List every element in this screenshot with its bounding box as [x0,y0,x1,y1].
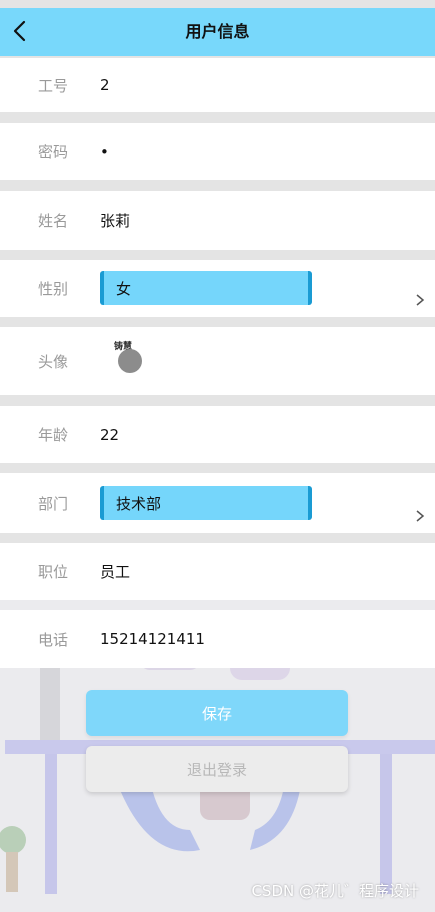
row-gender[interactable]: 性别 女 [0,260,435,317]
password-label: 密码 [38,143,69,161]
phone-field[interactable]: 15214121411 [100,610,205,668]
chevron-right-icon [416,294,425,306]
row-name: 姓名 张莉 [0,191,435,250]
row-age: 年龄 22 [0,406,435,463]
department-picker[interactable]: 技术部 [100,486,312,520]
logout-button[interactable]: 退出登录 [86,746,348,792]
avatar[interactable]: 铸慧 [112,339,152,379]
name-field[interactable]: 张莉 [100,191,130,250]
gender-label: 性别 [38,280,69,298]
password-field[interactable]: • [100,123,109,180]
row-password: 密码 • [0,123,435,180]
employee-id-label: 工号 [38,76,69,95]
age-field[interactable]: 22 [100,406,119,463]
page-title: 用户信息 [185,22,250,41]
row-position: 职位 员工 [0,543,435,600]
avatar-label: 头像 [38,352,69,371]
row-employee-id: 工号 2 [0,58,435,112]
employee-id-value[interactable]: 2 [100,58,110,112]
department-label: 部门 [38,494,69,513]
save-button[interactable]: 保存 [86,690,348,736]
phone-label: 电话 [38,630,69,649]
row-phone: 电话 15214121411 [0,610,435,668]
position-label: 职位 [38,563,69,581]
age-label: 年龄 [38,426,69,444]
avatar-image [118,349,142,373]
row-department[interactable]: 部门 技术部 [0,473,435,533]
top-bar: 用户信息 [0,8,435,56]
row-avatar: 头像 铸慧 [0,327,435,395]
chevron-right-icon [416,510,425,522]
gender-picker[interactable]: 女 [100,271,312,305]
name-label: 姓名 [38,212,69,230]
watermark: CSDN @花儿゛程序设计 [251,882,419,900]
position-field[interactable]: 员工 [100,543,130,600]
